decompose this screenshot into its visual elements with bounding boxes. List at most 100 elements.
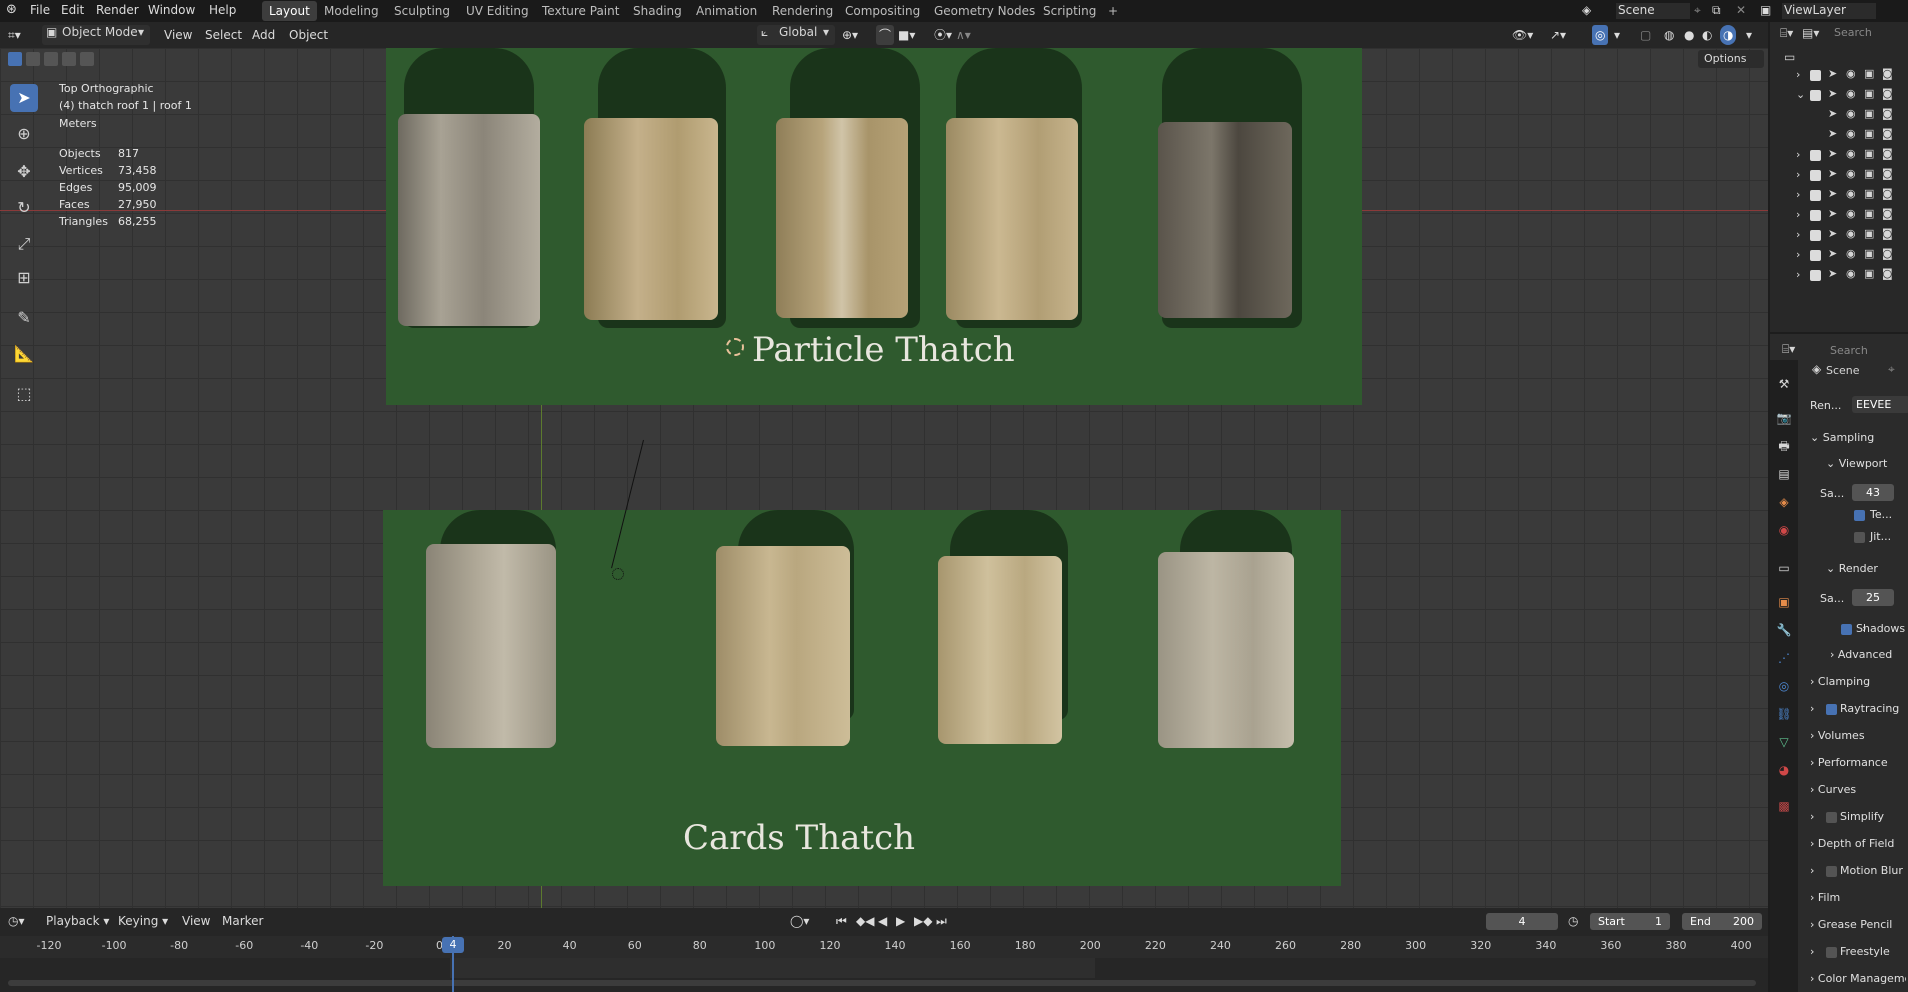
tab-geometry-nodes[interactable]: Geometry Nodes xyxy=(927,1,1042,21)
world-tab-icon[interactable]: ◉ xyxy=(1776,522,1792,538)
select-intersect-icon[interactable] xyxy=(80,52,94,66)
rendered-shading-icon[interactable]: ◑ xyxy=(1720,25,1737,45)
curves-section[interactable]: › Curves xyxy=(1810,783,1856,796)
outliner-row[interactable]: ➤ ◉ ▣ ◙ xyxy=(1770,126,1908,146)
render-camera-icon[interactable]: ◙ xyxy=(1882,167,1893,180)
selectable-icon[interactable]: ➤ xyxy=(1828,107,1837,120)
selectable-icon[interactable]: ➤ xyxy=(1828,227,1837,240)
simplify-checkbox[interactable] xyxy=(1826,812,1837,823)
timeline-editor-icon[interactable]: ◷▾ xyxy=(8,911,25,931)
preview-range-icon[interactable]: ◷ xyxy=(1568,911,1578,931)
playhead-frame-indicator[interactable]: 4 xyxy=(442,937,464,953)
clamping-section[interactable]: › Clamping xyxy=(1810,675,1870,688)
view-layer-icon[interactable]: ▣ xyxy=(1760,3,1771,17)
delete-scene-icon[interactable]: ✕ xyxy=(1736,3,1746,17)
render-camera-icon[interactable]: ◙ xyxy=(1882,187,1893,200)
viewport-display-icon[interactable]: ▣ xyxy=(1864,67,1874,80)
expand-arrow-icon[interactable]: › xyxy=(1796,168,1800,181)
exclude-checkbox[interactable] xyxy=(1810,150,1821,161)
advanced-section[interactable]: › Advanced xyxy=(1830,648,1892,661)
constraints-tab-icon[interactable]: ⛓ xyxy=(1776,706,1792,722)
tab-layout[interactable]: Layout xyxy=(262,1,317,21)
add-menu[interactable]: Add xyxy=(252,25,275,45)
exclude-checkbox[interactable] xyxy=(1810,270,1821,281)
selectable-icon[interactable]: ➤ xyxy=(1828,67,1837,80)
tab-compositing[interactable]: Compositing xyxy=(838,1,927,21)
timeline-scrollbar[interactable] xyxy=(8,980,1756,986)
start-frame-field[interactable]: Start 1 xyxy=(1590,913,1670,930)
viewport-display-icon[interactable]: ▣ xyxy=(1864,147,1874,160)
select-box-tool-icon[interactable]: ➤ xyxy=(10,84,38,112)
end-frame-field[interactable]: End 200 xyxy=(1682,913,1762,930)
visibility-eye-icon[interactable]: ◉ xyxy=(1846,167,1856,180)
display-mode-icon[interactable]: ▤▾ xyxy=(1802,26,1819,40)
scene-tab-icon[interactable]: ◈ xyxy=(1776,494,1792,510)
cursor-tool-icon[interactable]: ⊕ xyxy=(10,120,38,148)
visibility-eye-icon[interactable]: ◉ xyxy=(1846,67,1856,80)
render-samples-field[interactable]: 25 xyxy=(1852,589,1894,606)
scale-tool-icon[interactable]: ⤢ xyxy=(10,230,38,258)
selectable-icon[interactable]: ➤ xyxy=(1828,87,1837,100)
texture-tab-icon[interactable]: ▩ xyxy=(1776,798,1792,814)
viewport-display-icon[interactable]: ▣ xyxy=(1864,107,1874,120)
overlays-dropdown-icon[interactable]: ▾ xyxy=(1614,25,1620,45)
dof-section[interactable]: › Depth of Field xyxy=(1810,837,1906,850)
visibility-eye-icon[interactable]: ◉ xyxy=(1846,187,1856,200)
jitter-checkbox[interactable] xyxy=(1854,532,1865,543)
viewport-display-icon[interactable]: ▣ xyxy=(1864,227,1874,240)
shading-dropdown-icon[interactable]: ▾ xyxy=(1746,25,1752,45)
move-tool-icon[interactable]: ✥ xyxy=(10,158,38,186)
render-subsection[interactable]: ⌄ Render xyxy=(1826,562,1878,575)
current-frame-field[interactable]: 4 xyxy=(1486,913,1558,930)
transform-tool-icon[interactable]: ⊞ xyxy=(10,264,38,292)
render-camera-icon[interactable]: ◙ xyxy=(1882,87,1893,100)
outliner-row[interactable]: › ➤ ◉ ▣ ◙ xyxy=(1770,206,1908,226)
render-camera-icon[interactable]: ◙ xyxy=(1882,207,1893,220)
exclude-checkbox[interactable] xyxy=(1810,90,1821,101)
exclude-checkbox[interactable] xyxy=(1810,170,1821,181)
outliner-search-input[interactable]: Search xyxy=(1834,26,1872,39)
expand-arrow-icon[interactable]: ⌄ xyxy=(1796,88,1805,101)
expand-arrow-icon[interactable]: › xyxy=(1796,228,1800,241)
play-reverse-icon[interactable]: ◀ xyxy=(878,911,887,931)
viewport-display-icon[interactable]: ▣ xyxy=(1864,207,1874,220)
exclude-checkbox[interactable] xyxy=(1810,250,1821,261)
particle-thatch-roof-1[interactable] xyxy=(398,114,540,326)
menu-render[interactable]: Render xyxy=(96,3,139,17)
falloff-icon[interactable]: ∧▾ xyxy=(956,25,971,45)
snap-icon[interactable]: ⌒ xyxy=(876,25,895,45)
material-shading-icon[interactable]: ◐ xyxy=(1702,25,1712,45)
selectable-icon[interactable]: ➤ xyxy=(1828,207,1837,220)
freestyle-checkbox[interactable] xyxy=(1826,947,1837,958)
pin-icon[interactable]: ⌖ xyxy=(1694,3,1701,18)
particle-thatch-roof-4[interactable] xyxy=(946,118,1078,320)
rotate-tool-icon[interactable]: ↻ xyxy=(10,194,38,222)
viewport-samples-field[interactable]: 43 xyxy=(1852,484,1894,501)
3d-viewport[interactable]: Particle Thatch Cards Thatch Top Orthogr… xyxy=(0,48,1768,908)
outliner-row[interactable]: ⌄ ➤ ◉ ▣ ◙ xyxy=(1770,86,1908,106)
pivot-icon[interactable]: ⊕▾ xyxy=(842,25,858,45)
selectable-icon[interactable]: ➤ xyxy=(1828,127,1837,140)
pin-icon[interactable]: ⌖ xyxy=(1888,362,1895,377)
select-invert-icon[interactable] xyxy=(62,52,76,66)
selectable-icon[interactable]: ➤ xyxy=(1828,267,1837,280)
selectable-icon[interactable]: ➤ xyxy=(1828,247,1837,260)
particle-thatch-roof-3[interactable] xyxy=(776,118,908,318)
xray-icon[interactable]: ▢ xyxy=(1640,25,1651,45)
freestyle-section[interactable]: › xyxy=(1810,945,1814,958)
visibility-eye-icon[interactable]: ◉ xyxy=(1846,107,1856,120)
motion-blur-checkbox[interactable] xyxy=(1826,866,1837,877)
shadows-checkbox[interactable] xyxy=(1841,624,1852,635)
modifier-tab-icon[interactable]: 🔧 xyxy=(1776,622,1792,638)
timeline-view-menu[interactable]: View xyxy=(182,911,210,931)
render-camera-icon[interactable]: ◙ xyxy=(1882,67,1893,80)
particle-thatch-roof-2[interactable] xyxy=(584,118,718,320)
gizmo-icon[interactable]: ↗▾ xyxy=(1550,25,1566,45)
visibility-eye-icon[interactable]: ◉ xyxy=(1846,247,1856,260)
object-tab-icon[interactable]: ▣ xyxy=(1776,594,1792,610)
expand-arrow-icon[interactable]: › xyxy=(1796,188,1800,201)
render-camera-icon[interactable]: ◙ xyxy=(1882,107,1893,120)
jump-keyframe-forward-icon[interactable]: ▶◆ xyxy=(914,911,932,931)
temporal-reprojection-checkbox[interactable] xyxy=(1854,510,1865,521)
blender-logo-icon[interactable]: ⊛ xyxy=(6,2,17,17)
